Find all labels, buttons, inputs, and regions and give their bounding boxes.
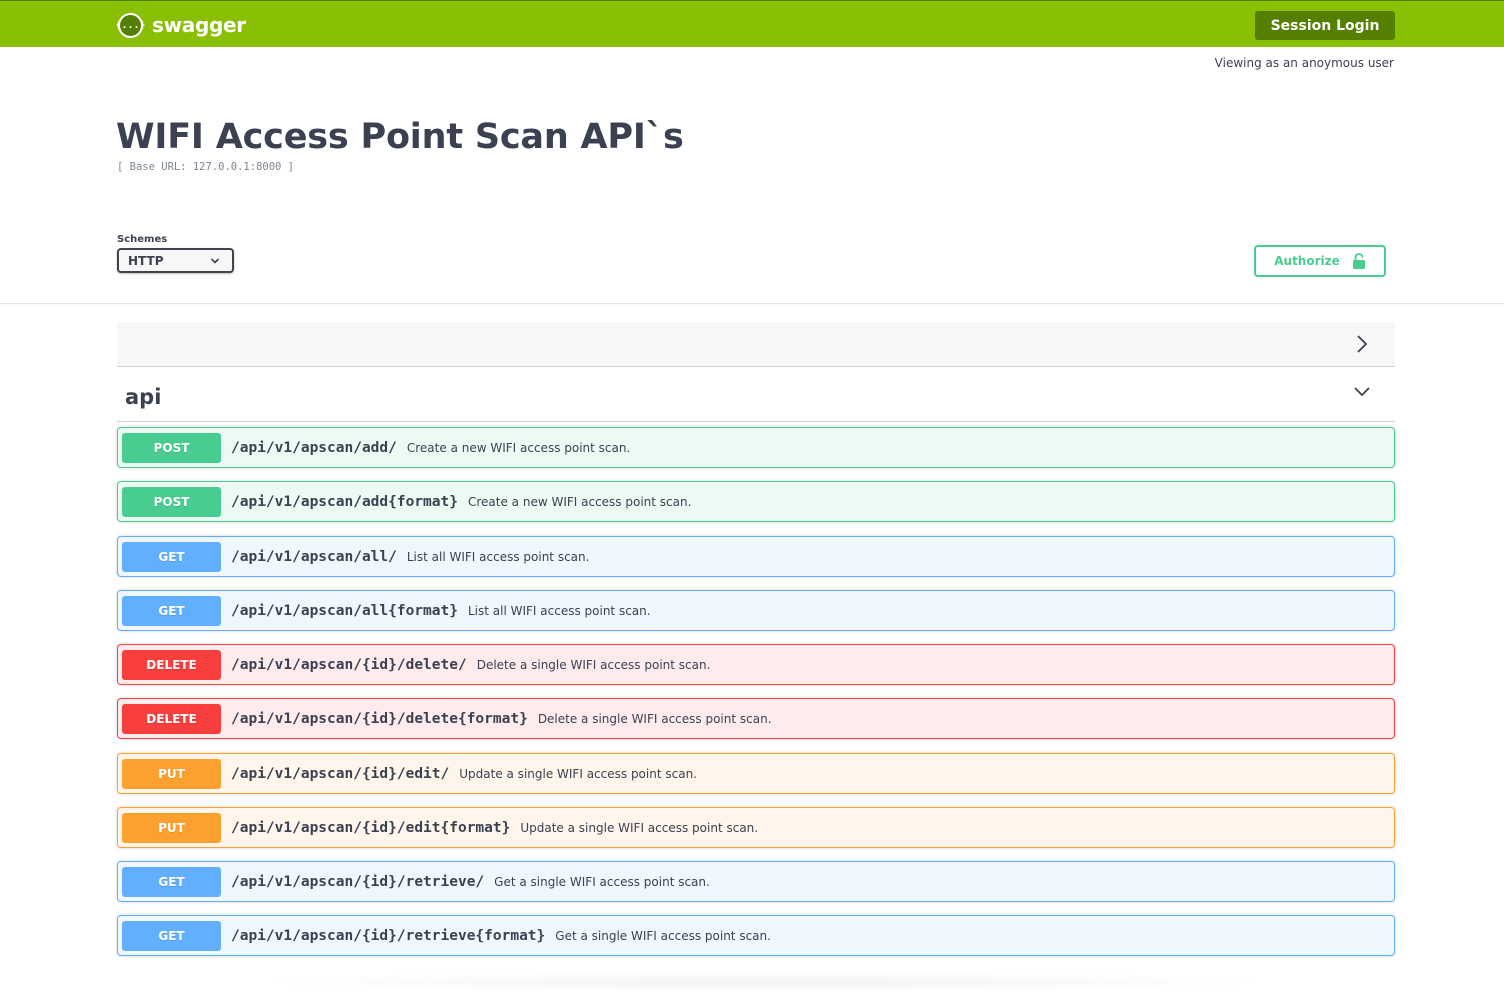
operation-description: List all WIFI access point scan. — [467, 603, 651, 618]
operation-path: /api/v1/apscan/{id}/delete/ — [231, 656, 467, 673]
operation-row[interactable]: PUT /api/v1/apscan/{id}/edit{format} Upd… — [117, 807, 1395, 848]
logo-text: swagger — [152, 13, 246, 37]
operation-description: Update a single WIFI access point scan. — [459, 766, 697, 781]
operation-row[interactable]: POST /api/v1/apscan/add{format} Create a… — [117, 481, 1395, 522]
schemes-select[interactable]: HTTP — [117, 248, 234, 273]
operation-path: /api/v1/apscan/all{format} — [231, 602, 458, 619]
operation-path: /api/v1/apscan/{id}/edit{format} — [231, 819, 511, 836]
operation-path: /api/v1/apscan/{id}/delete{format} — [231, 710, 528, 727]
method-badge: PUT — [122, 758, 221, 789]
lock-icon — [1352, 253, 1365, 269]
collapsed-section[interactable] — [117, 322, 1395, 367]
method-badge: GET — [122, 920, 221, 951]
operation-row[interactable]: PUT /api/v1/apscan/{id}/edit/ Update a s… — [117, 753, 1395, 794]
topbar: {...} swagger Session Login — [0, 0, 1504, 47]
method-badge: POST — [122, 486, 221, 517]
operation-description: Create a new WIFI access point scan. — [406, 440, 631, 455]
authorize-button[interactable]: Authorize — [1254, 245, 1386, 277]
chevron-down-icon — [210, 257, 220, 264]
chevron-right-icon — [1357, 335, 1368, 353]
operation-path: /api/v1/apscan/{id}/edit/ — [231, 765, 450, 782]
operation-row[interactable]: POST /api/v1/apscan/add/ Create a new WI… — [117, 427, 1395, 468]
method-badge: DELETE — [122, 703, 221, 734]
method-badge: DELETE — [122, 649, 221, 680]
operation-row[interactable]: DELETE /api/v1/apscan/{id}/delete/ Delet… — [117, 644, 1395, 685]
operation-description: Update a single WIFI access point scan. — [520, 820, 759, 835]
method-badge: GET — [122, 866, 221, 897]
tag-api[interactable]: api — [117, 367, 1395, 422]
operation-path: /api/v1/apscan/all/ — [231, 548, 397, 565]
schemes-selected-value: HTTP — [128, 253, 164, 268]
operation-description: Delete a single WIFI access point scan. — [537, 711, 772, 726]
swagger-logo[interactable]: {...} swagger — [115, 12, 246, 38]
operation-row[interactable]: GET /api/v1/apscan/{id}/retrieve{format}… — [117, 915, 1395, 956]
bottom-shadow — [250, 972, 1280, 992]
operation-path: /api/v1/apscan/{id}/retrieve{format} — [231, 927, 546, 944]
schemes-label: Schemes — [117, 234, 168, 245]
operation-description: List all WIFI access point scan. — [406, 549, 590, 564]
method-badge: GET — [122, 595, 221, 626]
operation-path: /api/v1/apscan/add{format} — [231, 493, 458, 510]
page-title: WIFI Access Point Scan API`s — [116, 117, 684, 157]
tag-name: api — [125, 385, 162, 409]
method-badge: PUT — [122, 812, 221, 843]
chevron-down-icon — [1354, 387, 1370, 397]
operation-description: Get a single WIFI access point scan. — [555, 928, 771, 943]
operation-row[interactable]: DELETE /api/v1/apscan/{id}/delete{format… — [117, 698, 1395, 739]
operation-path: /api/v1/apscan/{id}/retrieve/ — [231, 873, 485, 890]
operation-description: Delete a single WIFI access point scan. — [476, 657, 711, 672]
viewing-status: Viewing as an anoymous user — [1214, 56, 1394, 70]
header-divider — [0, 303, 1504, 304]
session-login-button[interactable]: Session Login — [1255, 11, 1395, 40]
operation-row[interactable]: GET /api/v1/apscan/all{format} List all … — [117, 590, 1395, 631]
operation-row[interactable]: GET /api/v1/apscan/{id}/retrieve/ Get a … — [117, 861, 1395, 902]
method-badge: GET — [122, 541, 221, 572]
operation-description: Get a single WIFI access point scan. — [494, 874, 710, 889]
operation-description: Create a new WIFI access point scan. — [467, 494, 692, 509]
operation-path: /api/v1/apscan/add/ — [231, 439, 397, 456]
authorize-label: Authorize — [1274, 254, 1340, 268]
base-url: [ Base URL: 127.0.0.1:8000 ] — [117, 161, 295, 173]
method-badge: POST — [122, 432, 221, 463]
swagger-logo-icon: {...} — [115, 12, 146, 38]
operation-row[interactable]: GET /api/v1/apscan/all/ List all WIFI ac… — [117, 536, 1395, 577]
